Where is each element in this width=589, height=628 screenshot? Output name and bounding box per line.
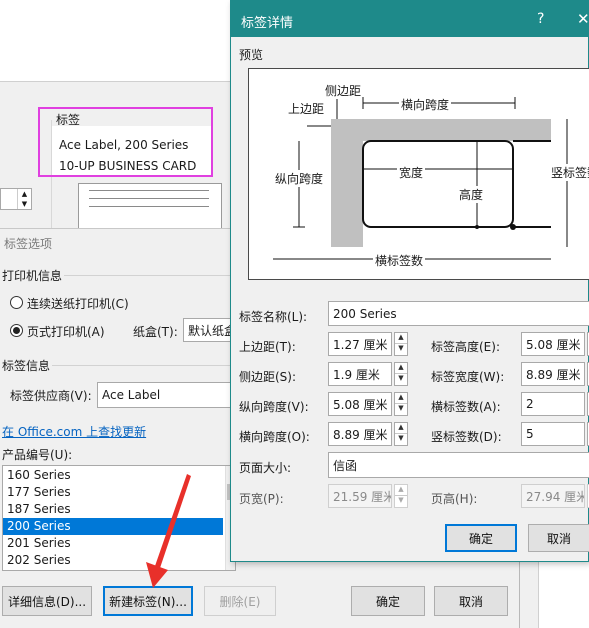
horizontal-pitch-input[interactable]: 8.89 厘米 (328, 422, 392, 446)
page-width-label: 页宽(P): (239, 492, 284, 506)
page-width-spinner[interactable]: ▲ ▼ (394, 484, 408, 508)
continuous-printer-label[interactable]: 连续送纸打印机(C) (27, 295, 129, 312)
vendor-select[interactable]: Ace Label (97, 382, 238, 408)
printer-info-heading: 打印机信息 (2, 269, 63, 283)
preview-number-across: 横标签数 (373, 252, 426, 269)
top-margin-spinner[interactable]: ▲ ▼ (394, 332, 408, 356)
list-item[interactable]: 202 Series (3, 552, 235, 569)
back-spin-control[interactable]: ▲ ▼ (0, 188, 32, 210)
details-button[interactable]: 详细信息(D)... (2, 586, 92, 616)
list-item[interactable]: 187 Series (3, 501, 235, 518)
highlight-box (38, 107, 213, 177)
page-height-input[interactable]: 27.94 厘米 (521, 484, 585, 508)
office-update-link[interactable]: 在 Office.com 上查找更新 (2, 423, 146, 440)
top-margin-input[interactable]: 1.27 厘米 (328, 332, 392, 356)
top-margin-label: 上边距(T): (239, 340, 296, 354)
label-name-label: 标签名称(L): (239, 310, 308, 324)
label-height-label: 标签高度(E): (431, 340, 500, 354)
label-options-title: 标签选项 (4, 237, 53, 251)
dialog-title: 标签详情 (241, 16, 294, 31)
vertical-pitch-spinner[interactable]: ▲ ▼ (394, 392, 408, 416)
preview-width: 宽度 (397, 164, 426, 181)
help-icon[interactable]: ? (537, 11, 544, 27)
close-icon[interactable]: ✕ (577, 10, 589, 28)
number-down-label: 竖标签数(D): (431, 430, 502, 444)
page-height-label: 页高(H): (431, 492, 478, 506)
preview-group-label: 预览 (239, 48, 264, 62)
label-height-input[interactable]: 5.08 厘米 (521, 332, 585, 356)
delete-button[interactable]: 删除(E) (204, 586, 276, 616)
vertical-pitch-label: 纵向跨度(V): (239, 400, 309, 414)
product-list[interactable]: 160 Series 177 Series 187 Series 200 Ser… (2, 465, 236, 571)
list-item[interactable]: 201 Series (3, 535, 235, 552)
continuous-printer-radio[interactable] (10, 296, 23, 309)
label-details-dialog: 标签详情 ? ✕ 预览 侧边距 上边距 横向跨度 纵向跨度 宽度 高度 横标签数… (230, 0, 589, 562)
label-width-input[interactable]: 8.89 厘米 (521, 362, 585, 386)
details-ok-button[interactable]: 确定 (445, 524, 517, 552)
page-size-label: 页面大小: (239, 461, 292, 475)
new-label-button[interactable]: 新建标签(N)... (103, 586, 193, 616)
vertical-pitch-input[interactable]: 5.08 厘米 (328, 392, 392, 416)
red-arrow-annotation (146, 474, 191, 588)
product-number-label: 产品编号(U): (2, 448, 73, 462)
number-across-input[interactable]: 2 (521, 392, 585, 416)
list-item[interactable]: 177 Series (3, 484, 235, 501)
preview-number-down: 竖标签数 (551, 164, 589, 181)
label-preview-thumb[interactable] (78, 183, 222, 231)
side-margin-label: 侧边距(S): (239, 370, 297, 384)
back-window-top-area (0, 0, 230, 82)
page-printer-label[interactable]: 页式打印机(A) (27, 323, 105, 340)
list-item[interactable]: 160 Series (3, 467, 235, 484)
preview-top-margin: 上边距 (288, 102, 325, 116)
preview-side-margin: 侧边距 (325, 84, 362, 98)
page-width-input[interactable]: 21.59 厘米 (328, 484, 392, 508)
page-printer-radio[interactable] (10, 324, 23, 337)
horizontal-pitch-label: 横向跨度(O): (239, 430, 310, 444)
preview-vertical-pitch: 纵向跨度 (275, 170, 324, 187)
label-name-input[interactable]: 200 Series (328, 301, 589, 326)
side-margin-input[interactable]: 1.9 厘米 (328, 362, 392, 386)
title-bar: 标签详情 ? ✕ (231, 1, 589, 37)
cancel-button[interactable]: 取消 (434, 586, 508, 616)
tray-label: 纸盒(T): (133, 325, 178, 339)
label-width-label: 标签宽度(W): (431, 370, 505, 384)
number-across-label: 横标签数(A): (431, 400, 501, 414)
horizontal-pitch-spinner[interactable]: ▲ ▼ (394, 422, 408, 446)
ok-button[interactable]: 确定 (351, 586, 425, 616)
label-info-rule (52, 365, 234, 366)
preview-horizontal-pitch: 横向跨度 (399, 96, 452, 113)
number-down-input[interactable]: 5 (521, 422, 585, 446)
preview-height: 高度 (459, 186, 484, 203)
back-window-right-strip (538, 560, 589, 628)
details-cancel-button[interactable]: 取消 (528, 524, 589, 552)
preview-box: 侧边距 上边距 横向跨度 纵向跨度 宽度 高度 横标签数 竖标签数 (248, 68, 589, 280)
page-size-select[interactable]: 信函 (328, 452, 589, 478)
label-info-heading: 标签信息 (2, 359, 51, 373)
vendor-label: 标签供应商(V): (10, 389, 92, 403)
side-margin-spinner[interactable]: ▲ ▼ (394, 362, 408, 386)
printer-info-rule (64, 275, 234, 276)
